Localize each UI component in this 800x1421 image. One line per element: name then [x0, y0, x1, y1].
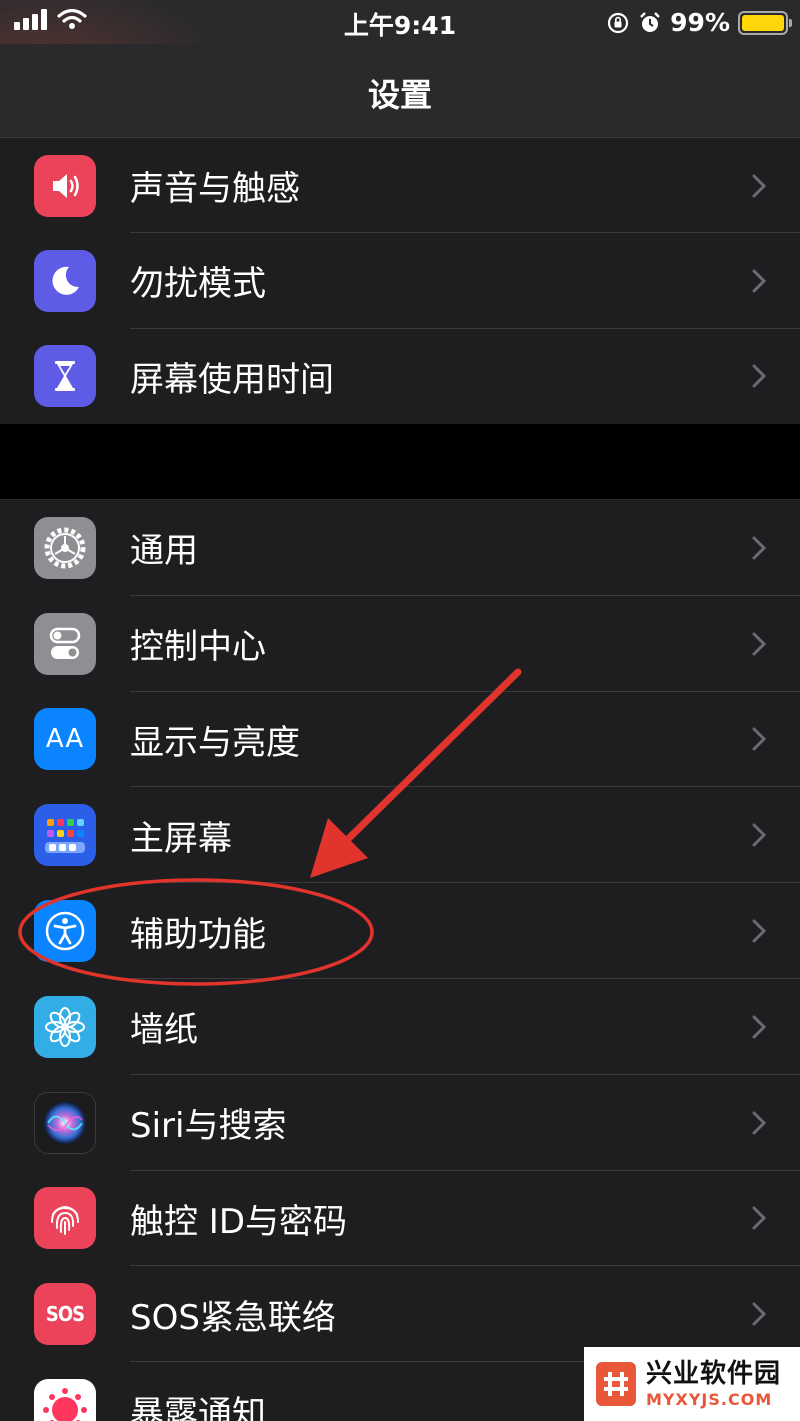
alarm-icon: [640, 11, 661, 32]
hourglass-icon: [34, 345, 96, 408]
row-label: 控制中心: [130, 627, 266, 668]
nav-bar: 设置: [0, 44, 800, 138]
orientation-lock-icon: [608, 12, 629, 33]
battery-percent: 99%: [670, 8, 730, 37]
settings-row-accessibility[interactable]: 辅助功能: [0, 883, 800, 979]
settings-row-general[interactable]: 通用: [0, 500, 800, 596]
watermark: 兴业软件园 MYXYJS.COM: [584, 1347, 800, 1421]
settings-row-display[interactable]: AA 显示与亮度: [0, 692, 800, 788]
row-label: 墙纸: [130, 1010, 198, 1051]
aa-icon-text: AA: [45, 724, 85, 755]
row-label: 显示与亮度: [130, 722, 300, 763]
row-label: 主屏幕: [130, 818, 232, 859]
accessibility-icon: [34, 900, 96, 963]
speaker-icon: [34, 154, 96, 217]
settings-group-general: 通用 控制中心 AA 显示与亮度 主屏幕 辅助功能 墙纸 Siri与搜索 触控 …: [0, 500, 800, 1421]
row-label: SOS紧急联络: [130, 1297, 336, 1338]
chevron-right-icon: [752, 364, 766, 388]
status-right: 99%: [606, 8, 792, 37]
watermark-title: 兴业软件园: [646, 1358, 782, 1389]
page-title: 设置: [367, 76, 432, 114]
row-label: 声音与触感: [130, 169, 300, 210]
row-label: 辅助功能: [130, 914, 266, 955]
chevron-right-icon: [752, 823, 766, 847]
siri-icon: [34, 1091, 96, 1154]
moon-icon: [34, 249, 96, 312]
chevron-right-icon: [752, 1015, 766, 1039]
row-label: 勿扰模式: [130, 264, 266, 305]
chevron-right-icon: [752, 1206, 766, 1230]
row-label: 屏幕使用时间: [130, 359, 334, 400]
settings-row-touch-id[interactable]: 触控 ID与密码: [0, 1171, 800, 1267]
sos-icon-text: SOS: [45, 1302, 85, 1327]
section-gap: [0, 424, 800, 500]
toggles-icon: [34, 612, 96, 675]
watermark-text: 兴业软件园 MYXYJS.COM: [646, 1361, 781, 1408]
settings-row-do-not-disturb[interactable]: 勿扰模式: [0, 233, 800, 329]
aa-text-icon: AA: [34, 708, 96, 771]
flower-icon: [34, 995, 96, 1058]
gear-icon: [34, 516, 96, 579]
fingerprint-icon: [34, 1187, 96, 1250]
chevron-right-icon: [752, 1302, 766, 1326]
home-grid-icon: [34, 804, 96, 867]
chevron-right-icon: [752, 727, 766, 751]
settings-row-home-screen[interactable]: 主屏幕: [0, 787, 800, 884]
row-label: 暴露通知: [130, 1393, 266, 1421]
exposure-icon: [34, 1379, 96, 1421]
watermark-logo-icon: [596, 1362, 636, 1406]
settings-row-sounds[interactable]: 声音与触感: [0, 138, 800, 234]
chevron-right-icon: [752, 1111, 766, 1135]
watermark-url: MYXYJS.COM: [646, 1389, 773, 1409]
battery-icon: [738, 10, 792, 35]
status-bar: 上午9:41 99%: [0, 0, 800, 150]
chevron-right-icon: [752, 632, 766, 656]
settings-row-screen-time[interactable]: 屏幕使用时间: [0, 329, 800, 424]
sos-icon: SOS: [34, 1283, 96, 1346]
chevron-right-icon: [752, 536, 766, 560]
chevron-right-icon: [752, 174, 766, 198]
settings-row-control-center[interactable]: 控制中心: [0, 596, 800, 692]
row-label: 触控 ID与密码: [130, 1201, 348, 1242]
row-label: Siri与搜索: [130, 1106, 287, 1147]
settings-row-siri[interactable]: Siri与搜索: [0, 1075, 800, 1171]
chevron-right-icon: [752, 919, 766, 943]
chevron-right-icon: [752, 269, 766, 293]
row-label: 通用: [130, 531, 198, 572]
settings-group-focus: 声音与触感 勿扰模式 屏幕使用时间: [0, 138, 800, 424]
settings-row-wallpaper[interactable]: 墙纸: [0, 979, 800, 1075]
